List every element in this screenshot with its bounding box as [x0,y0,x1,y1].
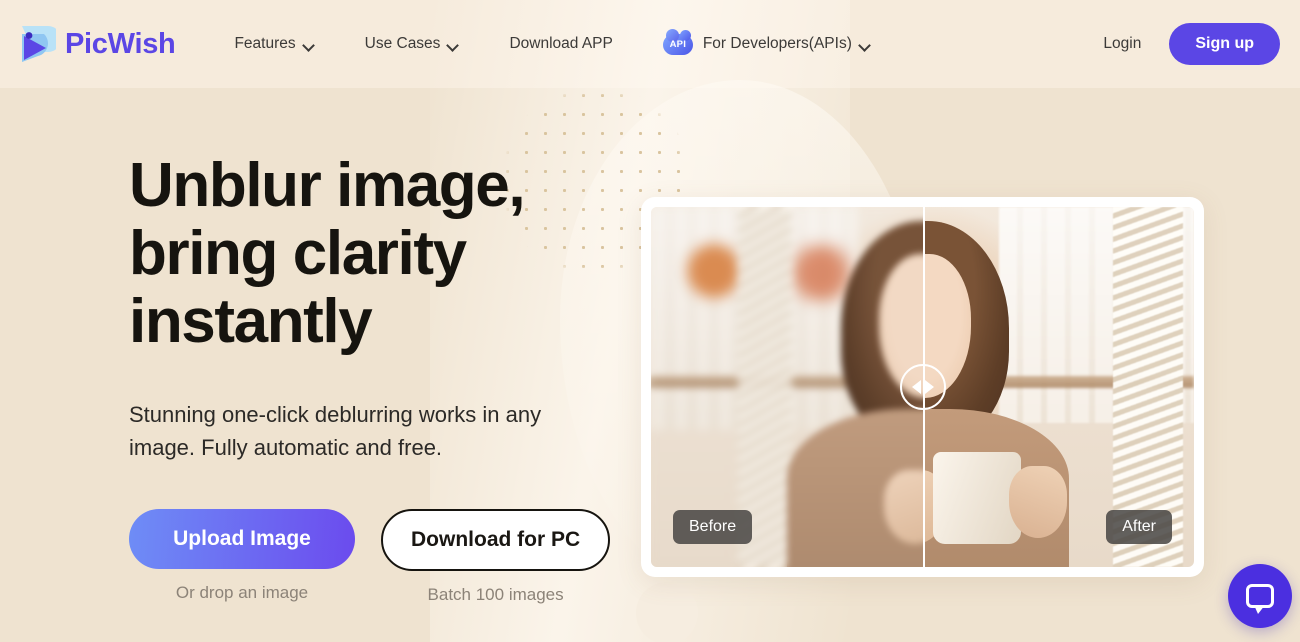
hero-title-line-3: instantly [129,287,373,356]
slider-handle-arrows-icon[interactable] [899,364,946,410]
download-cta-group: Download for PC Batch 100 images [381,509,611,605]
hero-title-line-1: Unblur image, [129,151,526,220]
nav-item-for-developers[interactable]: API For Developers(APIs) [638,28,896,55]
download-for-pc-button[interactable]: Download for PC [381,509,611,571]
picwish-bird-logo-icon [18,22,61,66]
api-cloud-icon: API [662,28,693,55]
api-badge-label: API [669,38,687,50]
nav-links: Features Use Cases Download APP API For … [209,28,896,55]
brand-name: PicWish [65,27,176,60]
hero-cta-row: Upload Image Or drop an image Download f… [129,509,629,605]
hero-subtitle: Stunning one-click deblurring works in a… [129,402,542,460]
batch-images-hint: Batch 100 images [427,585,564,604]
upload-image-button[interactable]: Upload Image [129,509,355,569]
nav-item-features-label: Features [234,35,296,52]
comparison-viewport[interactable]: Before After [651,207,1194,567]
chevron-down-icon [448,41,459,48]
chat-widget-button[interactable] [1228,564,1292,628]
nav-account-actions: Login Sign up [1087,23,1280,65]
top-navigation-bar: PicWish Features Use Cases Download APP … [0,0,1300,88]
login-link[interactable]: Login [1087,35,1157,53]
page-title: Unblur image, bring clarity instantly [129,152,629,356]
decorative-circle [636,582,698,642]
brand-logo[interactable]: PicWish [18,22,176,66]
nav-item-download-app[interactable]: Download APP [484,35,637,53]
nav-item-use-cases-label: Use Cases [364,35,441,52]
drop-image-hint: Or drop an image [175,583,309,602]
hero-content: Unblur image, bring clarity instantly St… [129,152,629,605]
hero-title-line-2: bring clarity [129,219,467,288]
chat-bubble-icon [1246,584,1274,614]
nav-item-use-cases[interactable]: Use Cases [340,35,485,53]
upload-cta-group: Upload Image Or drop an image [129,509,355,603]
after-label: After [1106,510,1172,544]
before-label: Before [673,510,753,544]
chevron-down-icon [304,41,315,48]
signup-button[interactable]: Sign up [1169,23,1280,65]
nav-item-download-app-label: Download APP [509,35,613,52]
arrow-right-icon [924,380,934,394]
nav-item-for-developers-label: For Developers(APIs) [702,35,852,52]
before-after-comparison-card[interactable]: Before After [641,197,1204,577]
chevron-down-icon [860,41,871,48]
arrow-left-icon [911,380,921,394]
nav-item-features[interactable]: Features [209,35,339,53]
